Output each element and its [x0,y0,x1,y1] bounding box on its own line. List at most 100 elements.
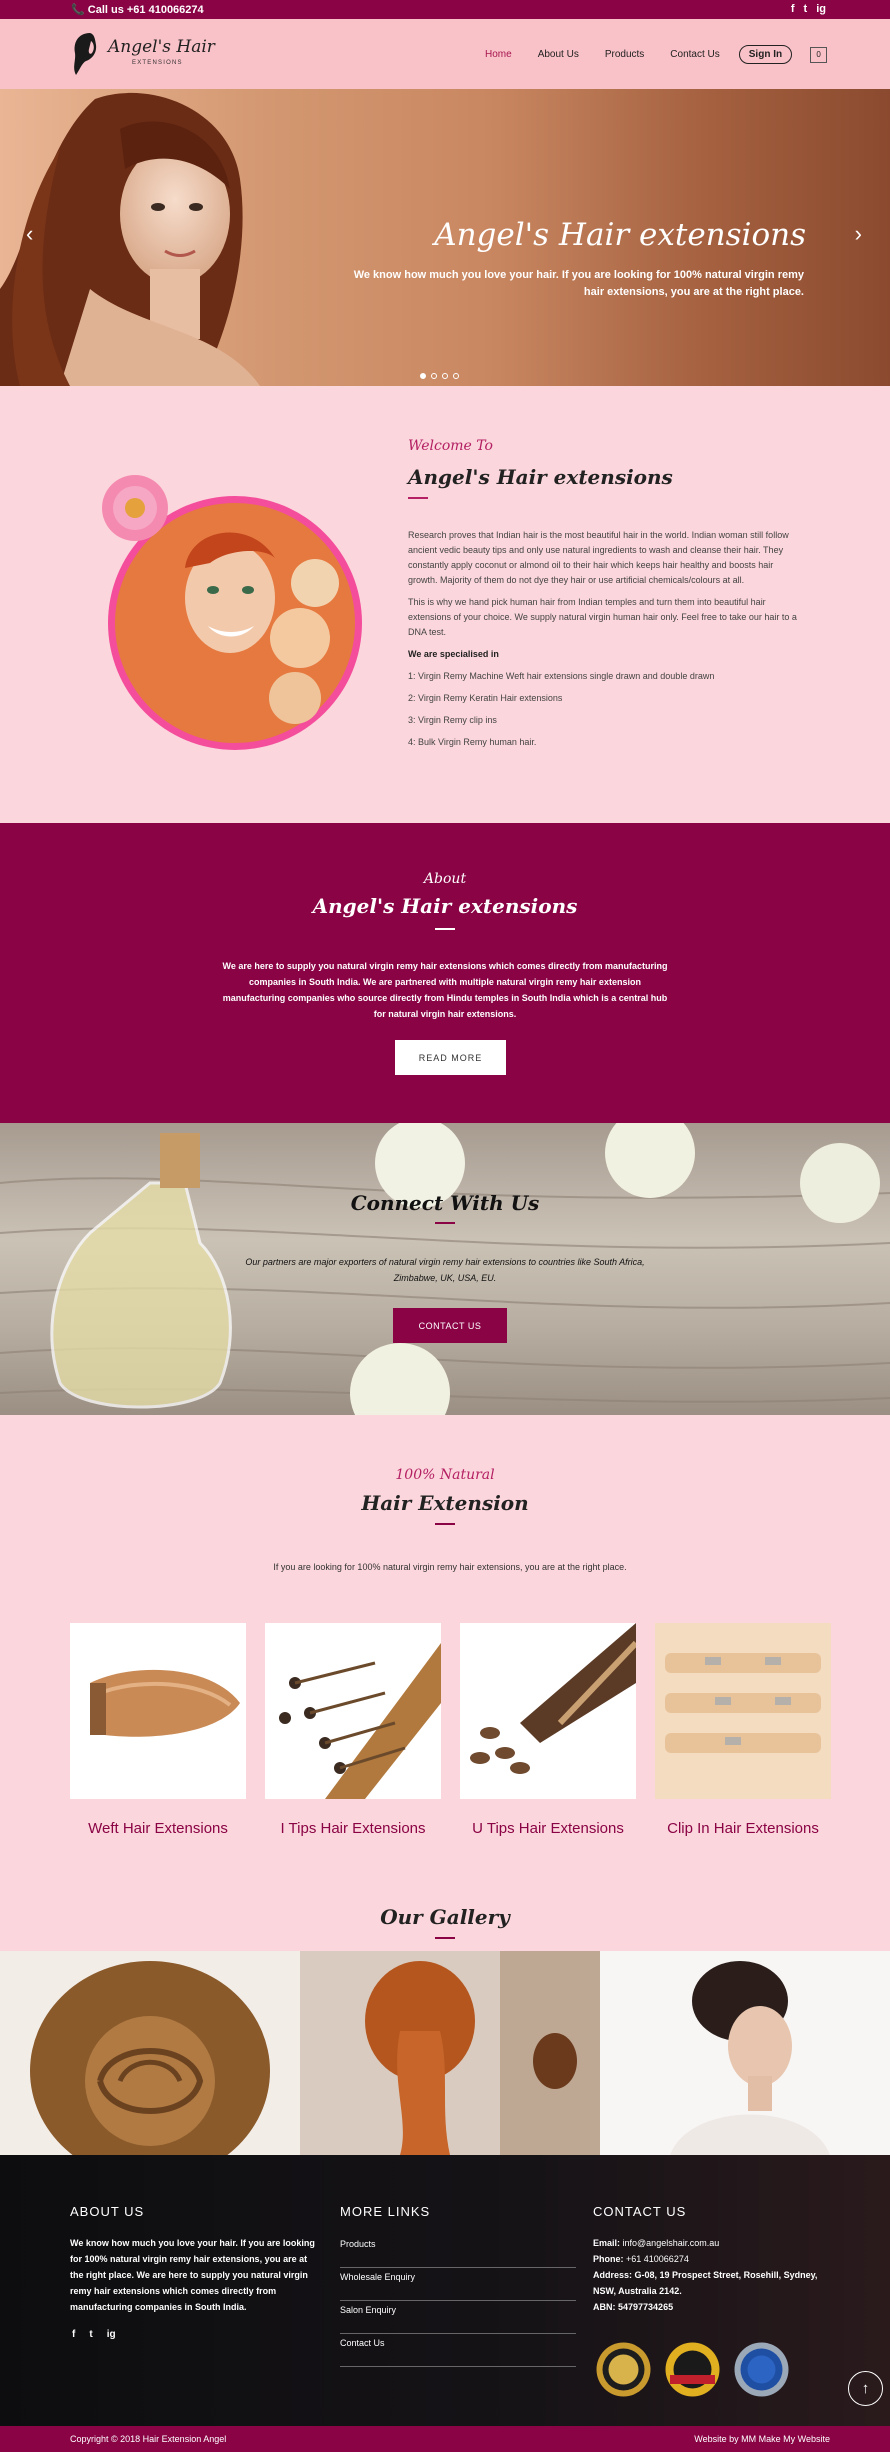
nav-products[interactable]: Products [605,49,644,60]
site-header: Angel's Hair EXTENSIONS Home About Us Pr… [0,19,890,89]
hero-woman-image [0,92,260,386]
email-label: Email: [593,2238,621,2248]
welcome-paragraph-1: Research proves that Indian hair is the … [408,530,789,585]
abn-label: ABN: [593,2302,616,2312]
gallery-photo[interactable] [0,1951,300,2155]
phone-label: Phone: [593,2254,624,2264]
hero-title: Angel's Hair extensions [434,217,806,253]
gallery-photo[interactable] [600,1951,890,2155]
welcome-kicker: Welcome To [408,438,493,454]
products-divider [435,1523,455,1525]
product-label[interactable]: Clip In Hair Extensions [655,1820,831,1837]
bridal-updo-image [600,1951,890,2155]
welcome-paragraph-2: This is why we hand pick human hair from… [408,597,797,637]
scroll-to-top-button[interactable]: ↑ [848,2371,883,2406]
product-label[interactable]: Weft Hair Extensions [70,1820,246,1837]
connect-divider [435,1222,455,1224]
sign-in-button[interactable]: Sign In [738,45,793,64]
footer-link-wholesale-enquiry[interactable]: Wholesale Enquiry [340,2268,576,2301]
gallery-divider [435,1937,455,1939]
hero-prev-arrow[interactable]: ‹ [26,221,33,247]
slide-dot[interactable] [453,373,459,379]
products-section: 100% Natural Hair Extension If you are l… [0,1415,890,1905]
slide-dot[interactable] [431,373,437,379]
hero-pagination [420,373,459,379]
gallery-photo[interactable] [300,1951,600,2155]
gallery-grid [0,1951,890,2155]
about-kicker: About [423,871,467,887]
products-kicker: 100% Natural [395,1467,495,1483]
nav-contact-us[interactable]: Contact Us [670,49,719,60]
weft-hair-image [70,1623,246,1799]
clip-in-hair-image [655,1623,831,1799]
footer-contact-info: Email: info@angelshair.com.au Phone: +61… [593,2235,833,2315]
braided-hair-image [300,1951,600,2155]
product-label[interactable]: U Tips Hair Extensions [460,1820,636,1837]
i-tips-hair-image [265,1623,441,1799]
specialised-item: 2: Virgin Remy Keratin Hair extensions [408,693,563,703]
products-text: If you are looking for 100% natural virg… [273,1562,627,1572]
footer-link-products[interactable]: Products [340,2235,576,2268]
gallery-header: Our Gallery [0,1905,890,1951]
twitter-icon[interactable]: t [804,3,808,15]
product-card-i-tips[interactable]: I Tips Hair Extensions [265,1623,441,1837]
connect-heading: Connect With Us [350,1191,540,1215]
read-more-button[interactable]: READ MORE [395,1040,506,1075]
hero-subtitle: We know how much you love your hair. If … [353,269,804,298]
top-social-links: f t ig [791,3,826,15]
product-label[interactable]: I Tips Hair Extensions [265,1820,441,1837]
top-bar: 📞 Call us +61 410066274 f t ig [0,0,890,19]
main-nav: Home About Us Products Contact Us Sign I… [485,45,828,64]
welcome-portrait-image [102,475,362,750]
product-card-clip-in[interactable]: Clip In Hair Extensions [655,1623,831,1837]
specialised-heading: We are specialised in [408,649,499,659]
hero-next-arrow[interactable]: › [855,221,862,247]
nav-home[interactable]: Home [485,49,512,60]
logo-name: Angel's Hair [108,37,215,57]
u-tips-hair-image [460,1623,639,1799]
footer-contact-title: CONTACT US [593,2204,687,2219]
twitter-icon[interactable]: t [89,2329,92,2340]
gerbera-flower [102,475,168,541]
product-card-u-tips[interactable]: U Tips Hair Extensions [460,1623,639,1837]
footer-link-contact-us[interactable]: Contact Us [340,2334,576,2367]
cart-icon[interactable]: 0 [810,46,828,63]
about-section: About Angel's Hair extensions We are her… [0,823,890,1123]
braided-bun-image [0,1951,300,2155]
instagram-icon[interactable]: ig [816,3,826,15]
money-back-badge-icon [596,2342,651,2397]
footer-about-text: We know how much you love your hair. If … [70,2238,315,2312]
specialised-item: 3: Virgin Remy clip ins [408,715,497,725]
bottom-bar: Copyright © 2018 Hair Extension Angel We… [0,2426,890,2452]
logo-silhouette-icon [74,33,97,75]
address-label: Address: [593,2270,633,2280]
facebook-icon[interactable]: f [791,3,795,15]
product-card-weft[interactable]: Weft Hair Extensions [70,1623,246,1837]
slide-dot[interactable] [442,373,448,379]
about-divider [435,928,455,930]
specialised-item: 4: Bulk Virgin Remy human hair. [408,737,537,747]
email-link[interactable]: info@angelshair.com.au [623,2238,720,2248]
footer-link-salon-enquiry[interactable]: Salon Enquiry [340,2301,576,2334]
contact-us-button[interactable]: CONTACT US [393,1308,507,1343]
specialised-item: 1: Virgin Remy Machine Weft hair extensi… [408,671,715,681]
slide-dot[interactable] [420,373,426,379]
nav-about-us[interactable]: About Us [538,49,579,60]
guarantee-badges [595,2341,790,2398]
welcome-section: Welcome To Angel's Hair extensions Resea… [0,386,890,823]
welcome-body: Research proves that Indian hair is the … [408,528,798,757]
phone-link[interactable]: 📞 Call us +61 410066274 [71,3,204,16]
footer-links-title: MORE LINKS [340,2204,431,2219]
about-text: We are here to supply you natural virgin… [222,961,668,1019]
premium-quality-badge-icon [665,2342,720,2397]
phone-value[interactable]: +61 410066274 [626,2254,689,2264]
hero-slider: ‹ › Angel's Hair extensions We know how … [0,89,890,386]
products-heading: Hair Extension [361,1491,529,1515]
facebook-icon[interactable]: f [72,2329,75,2340]
made-by-link[interactable]: Website by MM Make My Website [694,2434,830,2444]
instagram-icon[interactable]: ig [107,2329,116,2340]
welcome-heading: Angel's Hair extensions [408,465,673,489]
logo[interactable]: Angel's Hair EXTENSIONS [70,31,215,77]
about-heading: Angel's Hair extensions [312,894,578,918]
welcome-divider [408,497,428,499]
